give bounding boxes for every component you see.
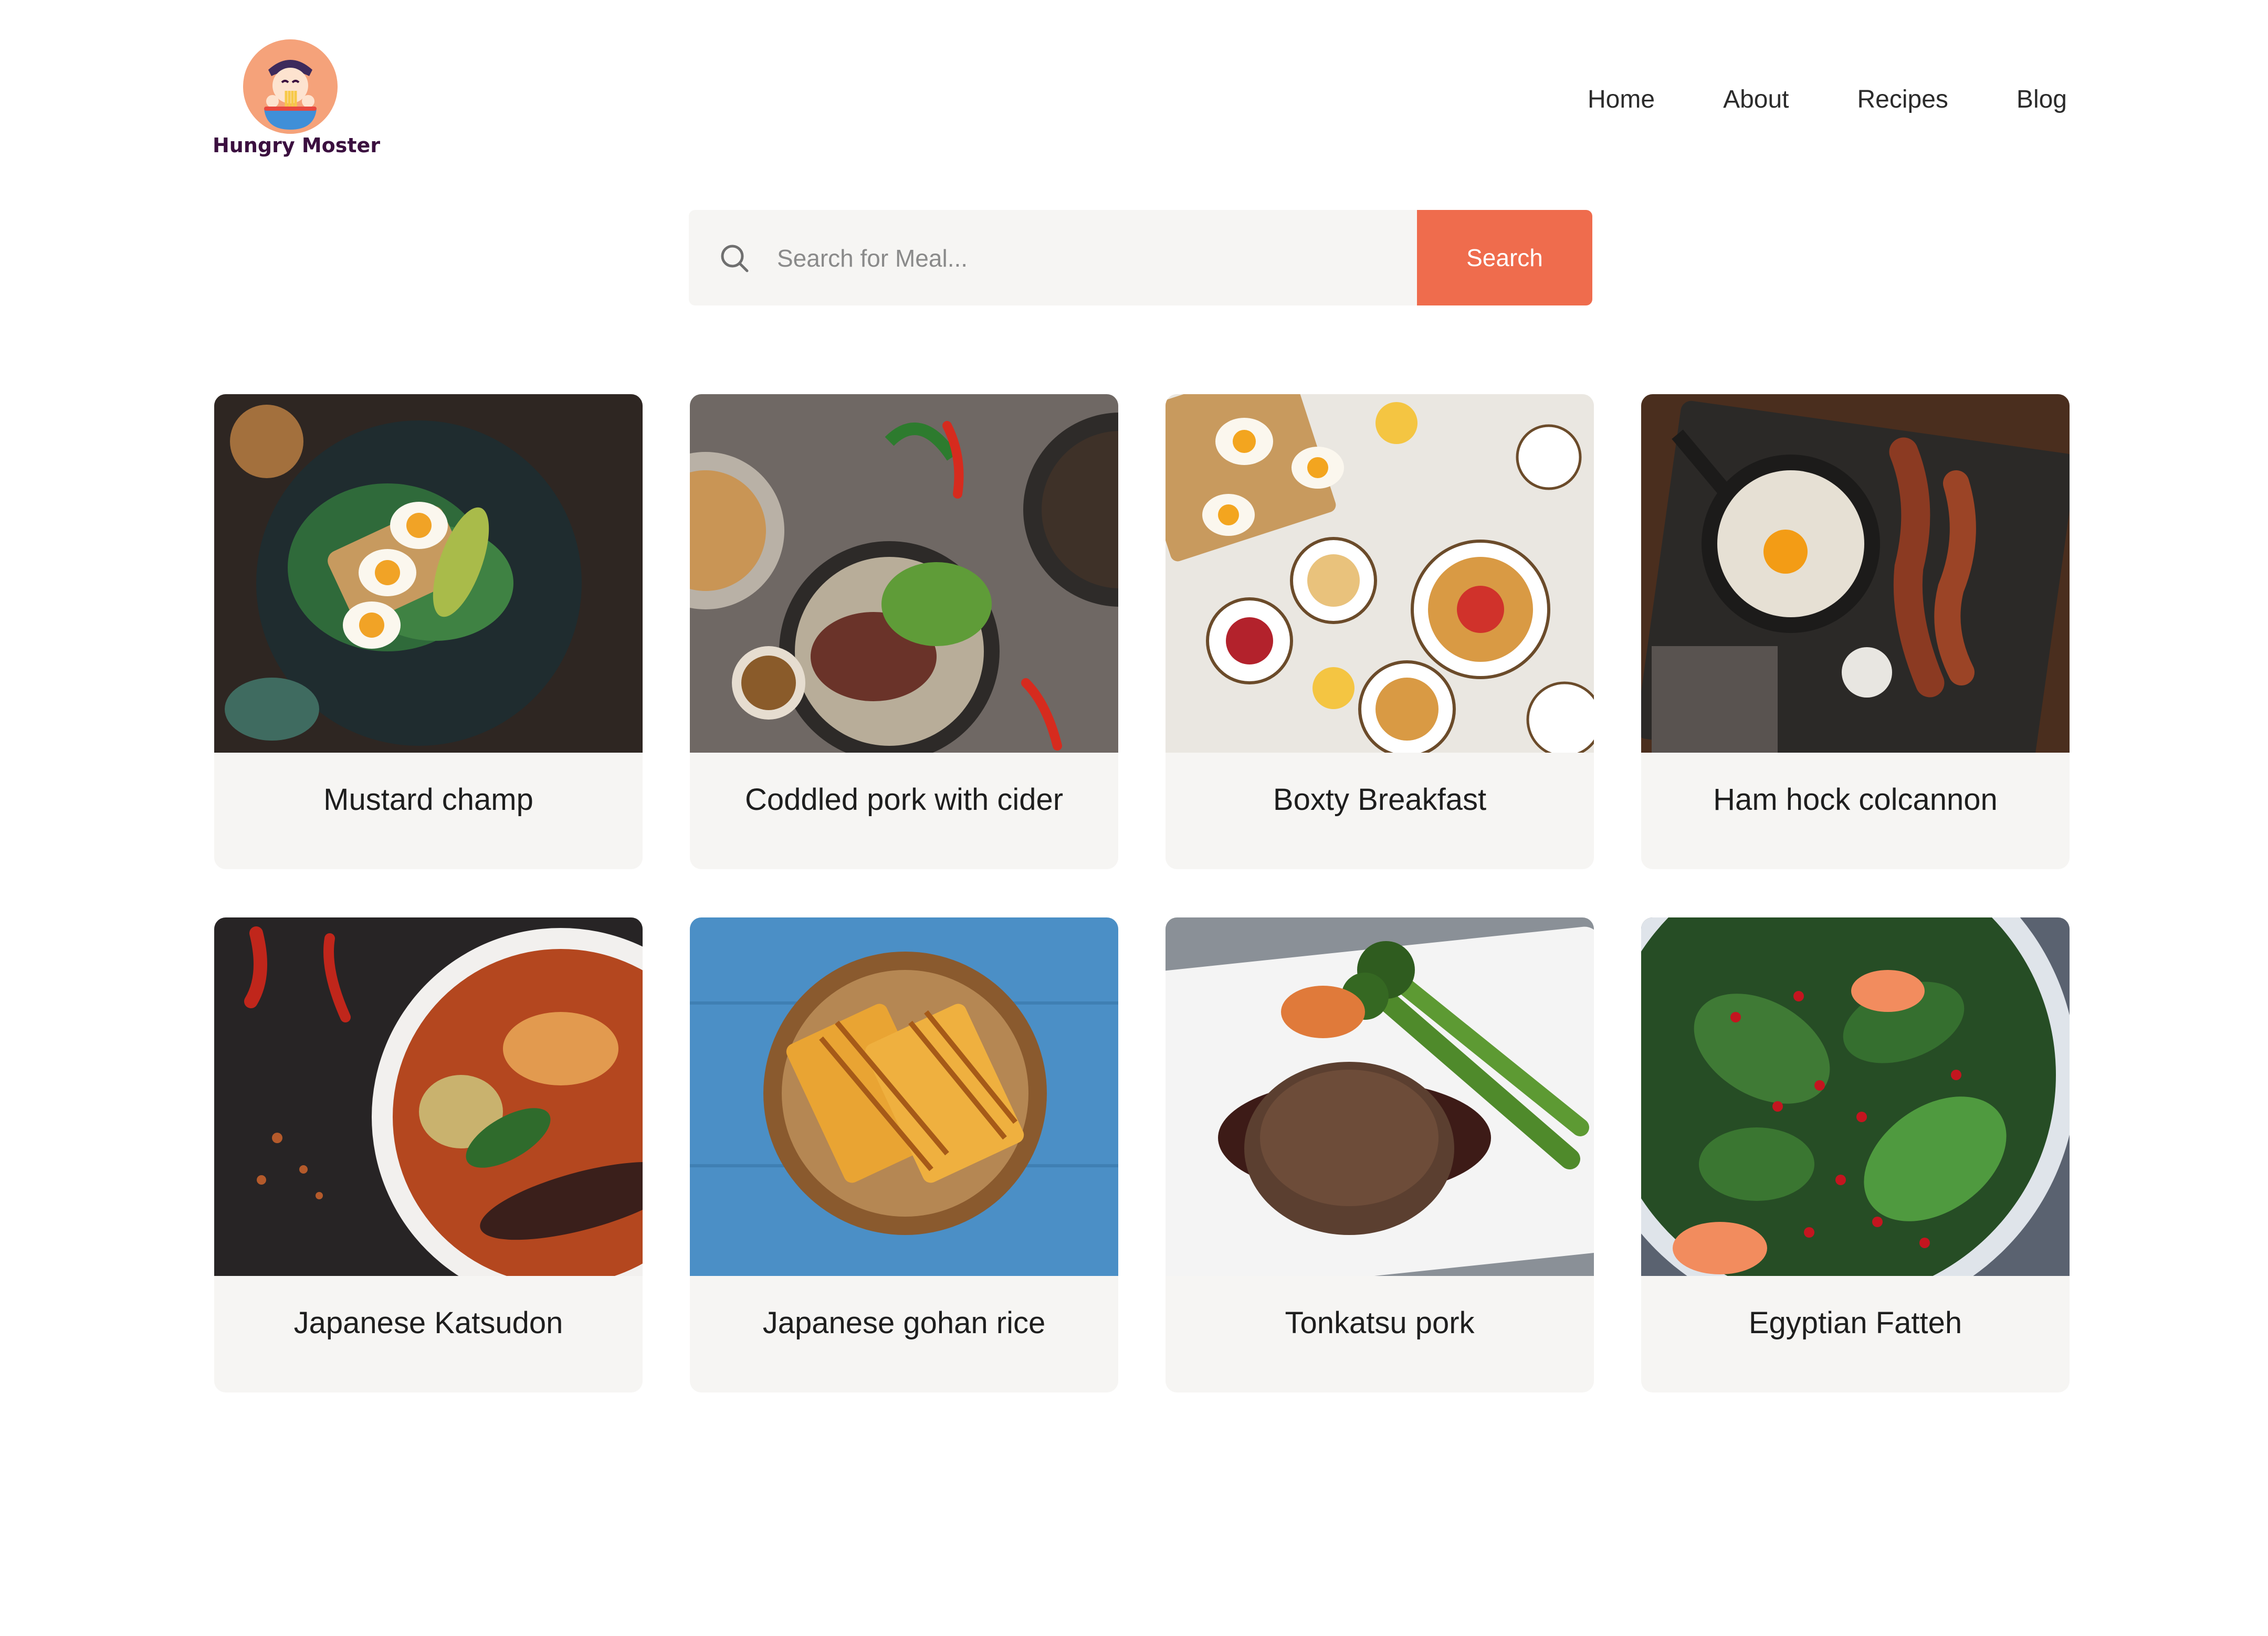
- nav-blog[interactable]: Blog: [2017, 84, 2067, 115]
- grilled-sandwich-plate-photo: [690, 917, 1118, 1276]
- egg-avocado-toast-photo: [214, 394, 643, 753]
- brand-logo[interactable]: Hungry Moster: [213, 39, 381, 165]
- meal-title: Japanese gohan rice: [762, 1306, 1046, 1340]
- meal-title: Egyptian Fatteh: [1748, 1306, 1962, 1340]
- main-nav: Home About Recipes Blog: [1588, 84, 2067, 115]
- meal-card[interactable]: Egyptian Fatteh: [1641, 917, 2070, 1392]
- meal-title: Mustard champ: [323, 783, 533, 817]
- search-input[interactable]: [776, 210, 1387, 305]
- waffles-brunch-table-photo: [1166, 394, 1594, 753]
- steak-broccolini-plate-photo: [1166, 917, 1594, 1276]
- meal-title: Boxty Breakfast: [1273, 783, 1487, 817]
- meal-title: Ham hock colcannon: [1713, 783, 1998, 817]
- search-button[interactable]: Search: [1417, 210, 1592, 305]
- meal-title: Coddled pork with cider: [744, 783, 1064, 817]
- meal-card[interactable]: Japanese gohan rice: [690, 917, 1118, 1392]
- beef-salad-bowls-photo: [690, 394, 1118, 753]
- meal-card[interactable]: Coddled pork with cider: [690, 394, 1118, 869]
- curry-soup-bowl-photo: [214, 917, 643, 1276]
- nav-home[interactable]: Home: [1588, 84, 1655, 115]
- brand-name: Hungry Moster: [213, 134, 381, 157]
- search-icon: [721, 245, 749, 272]
- nav-about[interactable]: About: [1723, 84, 1789, 115]
- meal-card[interactable]: Ham hock colcannon: [1641, 394, 2070, 869]
- fried-egg-bacon-skillet-photo: [1641, 394, 2070, 753]
- meal-card[interactable]: Tonkatsu pork: [1166, 917, 1594, 1392]
- page: Hungry Moster Home About Recipes Blog Se…: [0, 0, 2268, 1636]
- pomegranate-spinach-salad-photo: [1641, 917, 2070, 1276]
- meal-title: Tonkatsu pork: [1285, 1306, 1475, 1340]
- meal-card[interactable]: Boxty Breakfast: [1166, 394, 1594, 869]
- meal-card[interactable]: Mustard champ: [214, 394, 643, 869]
- meal-card[interactable]: Japanese Katsudon: [214, 917, 643, 1392]
- search-bar: Search: [689, 210, 1592, 305]
- hungry-monster-mascot-icon: [243, 39, 338, 134]
- nav-recipes[interactable]: Recipes: [1857, 84, 1948, 115]
- meal-title: Japanese Katsudon: [293, 1306, 563, 1340]
- search-field: [689, 210, 1417, 305]
- meal-grid: Mustard champ Coddled pork with cider Bo…: [214, 394, 2073, 1392]
